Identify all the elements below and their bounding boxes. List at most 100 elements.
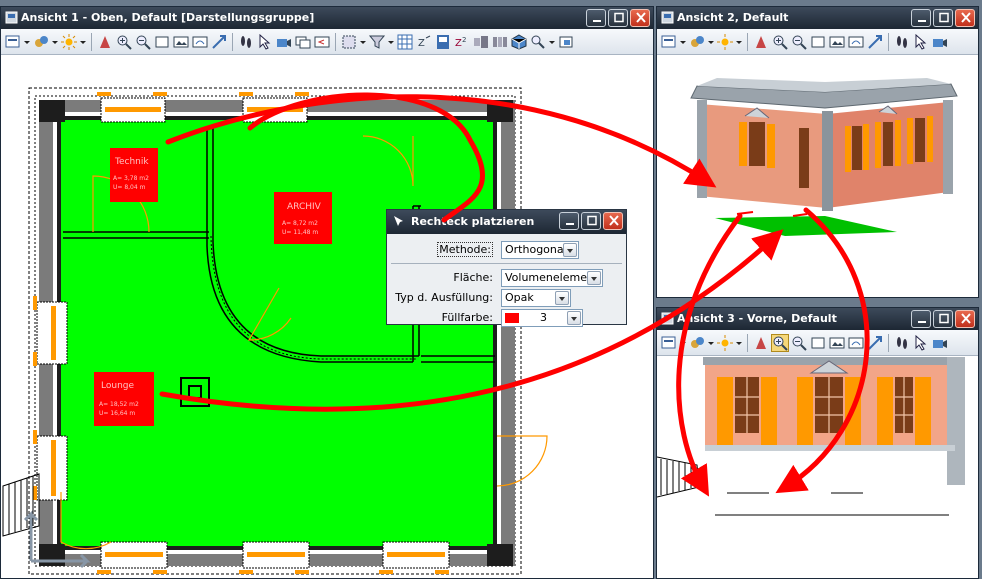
dialog-minimize-button[interactable] [559,212,579,230]
maximize-button[interactable] [608,9,628,27]
view-2-titlebar[interactable]: Ansicht 2, Default [657,7,978,29]
place-rectangle-dialog[interactable]: Rechteck platzieren Methode: Orthogonal … [386,209,627,327]
room-lounge[interactable]: Lounge A= 18,52 m2 U= 16,64 m [94,372,154,426]
view-3-canvas[interactable] [657,357,978,578]
view-previous-icon[interactable] [314,34,330,50]
maximize-button[interactable] [933,310,953,328]
view-attributes-dropdown[interactable] [24,34,30,50]
zdepth-icon[interactable]: Z [416,34,432,50]
close-button[interactable] [955,310,975,328]
model-dropdown[interactable] [549,34,555,50]
area-select[interactable]: Volumenelement [501,269,603,287]
minimize-button[interactable] [911,310,931,328]
zoom-out-icon[interactable] [135,34,151,50]
chevron-down-icon[interactable] [563,243,577,257]
walk-icon[interactable] [894,335,910,351]
room-area: A= 18,52 m2 [99,401,139,408]
dialog-titlebar[interactable]: Rechteck platzieren [387,210,626,234]
pan-view-icon[interactable] [867,335,883,351]
camera-icon[interactable] [276,34,292,50]
chevron-down-icon[interactable] [567,311,581,325]
display-style-icon[interactable] [689,335,705,351]
fill-type-select[interactable]: Opak [501,289,571,307]
close-button[interactable] [955,9,975,27]
active-depth-icon[interactable]: Z2 [454,34,470,50]
camera-icon[interactable] [932,34,948,50]
minimize-button[interactable] [586,9,606,27]
view-attributes-icon[interactable] [661,335,677,351]
rotate-view-icon[interactable] [848,335,864,351]
camera-icon[interactable] [932,335,948,351]
dialog-close-button[interactable] [603,212,623,230]
save-view-icon[interactable] [435,34,451,50]
lighting-dropdown[interactable] [736,335,742,351]
window-area-icon[interactable] [810,335,826,351]
fit-view-icon[interactable] [173,34,189,50]
dialog-divider [391,263,622,264]
view-2-title: Ansicht 2, Default [677,11,789,24]
zoom-out-icon[interactable] [791,34,807,50]
lighting-icon[interactable] [61,33,77,50]
update-view-icon[interactable] [97,34,113,50]
display-style-dropdown[interactable] [52,34,58,50]
display-set-icon[interactable] [473,34,489,50]
display-style-dropdown[interactable] [708,34,714,50]
view-window-2[interactable]: Ansicht 2, Default [656,6,979,298]
lighting-dropdown[interactable] [80,34,86,50]
chevron-down-icon[interactable] [587,271,601,285]
select-icon[interactable] [257,33,273,50]
maximize-button[interactable] [933,9,953,27]
chevron-down-icon[interactable] [555,291,569,305]
zoom-out-icon[interactable] [791,335,807,351]
rotate-view-icon[interactable] [192,34,208,50]
grid-icon[interactable] [397,34,413,50]
pan-view-icon[interactable] [867,34,883,50]
fit-view-icon[interactable] [829,34,845,50]
select-icon[interactable] [913,33,929,50]
update-view-icon[interactable] [753,34,769,50]
filter-dropdown[interactable] [388,34,394,50]
3d-box-icon[interactable] [511,33,527,50]
window-area-icon[interactable] [810,34,826,50]
view-attributes-icon[interactable] [661,34,677,50]
zoom-in-icon[interactable] [116,34,132,50]
view-attributes-icon[interactable] [5,34,21,50]
select-icon[interactable] [913,334,929,351]
lighting-icon[interactable] [717,334,733,351]
room-technik[interactable]: Technik A= 3,78 m2 U= 8,04 m [110,148,158,202]
references-icon[interactable] [558,34,574,50]
view-2-canvas[interactable] [657,56,978,297]
walk-icon[interactable] [894,34,910,50]
lighting-icon[interactable] [717,33,733,50]
lighting-dropdown[interactable] [736,34,742,50]
clip-volume-icon[interactable] [341,34,357,50]
fit-view-icon[interactable] [829,335,845,351]
view-3-titlebar[interactable]: Ansicht 3 - Vorne, Default [657,308,978,330]
room-archiv[interactable]: ARCHIV A= 8,72 m2 U= 11,48 m [274,192,332,244]
display-style-icon[interactable] [33,34,49,50]
view-1-titlebar[interactable]: Ansicht 1 - Oben, Default [Darstellungsg… [1,7,653,29]
levels-icon[interactable] [492,34,508,50]
fill-color-select[interactable]: 3 [501,309,583,327]
minimize-button[interactable] [911,9,931,27]
view-attributes-dropdown[interactable] [680,335,686,351]
close-button[interactable] [630,9,650,27]
method-row: Methode: Orthogonal [387,240,626,260]
pan-view-icon[interactable] [211,34,227,50]
display-style-icon[interactable] [689,34,705,50]
view-window-3[interactable]: Ansicht 3 - Vorne, Default [656,307,979,579]
zoom-in-icon[interactable] [771,333,789,352]
view-attributes-dropdown[interactable] [680,34,686,50]
copy-view-icon[interactable] [295,34,311,50]
rotate-view-icon[interactable] [848,34,864,50]
model-icon[interactable] [530,34,546,50]
clip-volume-dropdown[interactable] [360,34,366,50]
walk-icon[interactable] [238,34,254,50]
method-select[interactable]: Orthogonal [501,241,579,259]
zoom-in-icon[interactable] [772,34,788,50]
display-style-dropdown[interactable] [708,335,714,351]
update-view-icon[interactable] [753,335,769,351]
window-area-icon[interactable] [154,34,170,50]
filter-icon[interactable] [369,34,385,50]
dialog-maximize-button[interactable] [581,212,601,230]
